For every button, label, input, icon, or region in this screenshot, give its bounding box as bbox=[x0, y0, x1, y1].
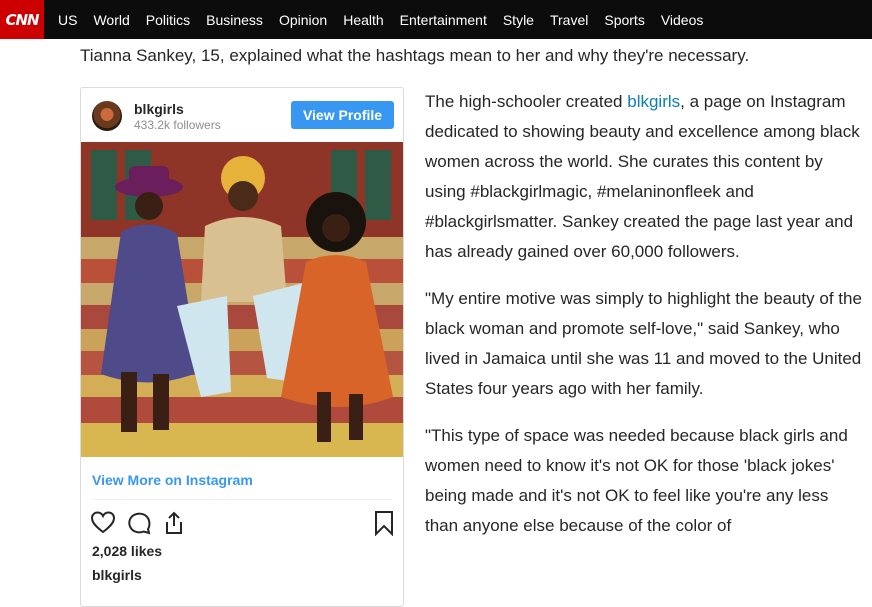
lead-sentence: Tianna Sankey, 15, explained what the ha… bbox=[80, 46, 750, 65]
instagram-embed: blkgirls 433.2k followers View Profile V… bbox=[80, 87, 404, 607]
paragraph-1-start: The high-schooler created bbox=[425, 92, 628, 111]
top-nav: CNN US World Politics Business Opinion H… bbox=[0, 0, 872, 39]
nav-item-business[interactable]: Business bbox=[198, 12, 271, 28]
nav-item-sports[interactable]: Sports bbox=[596, 12, 652, 28]
post-owner[interactable]: blkgirls bbox=[92, 567, 142, 583]
avatar[interactable] bbox=[92, 101, 122, 131]
nav-item-entertainment[interactable]: Entertainment bbox=[392, 12, 495, 28]
nav-items: US World Politics Business Opinion Healt… bbox=[50, 12, 711, 28]
view-more-link[interactable]: View More on Instagram bbox=[92, 472, 253, 488]
share-icon[interactable] bbox=[161, 510, 187, 536]
paragraph-3: "This type of space was needed because b… bbox=[425, 426, 848, 535]
article-body: The high-schooler created blkgirls, a pa… bbox=[425, 87, 865, 558]
view-profile-button[interactable]: View Profile bbox=[291, 101, 394, 129]
heart-icon[interactable] bbox=[90, 510, 116, 536]
post-photo[interactable] bbox=[81, 142, 403, 457]
nav-item-health[interactable]: Health bbox=[335, 12, 391, 28]
nav-item-politics[interactable]: Politics bbox=[138, 12, 198, 28]
bookmark-icon[interactable] bbox=[371, 510, 397, 536]
photo-illustration bbox=[81, 142, 403, 457]
paragraph-2: "My entire motive was simply to highligh… bbox=[425, 289, 862, 398]
nav-item-opinion[interactable]: Opinion bbox=[271, 12, 335, 28]
cnn-logo[interactable]: CNN bbox=[0, 0, 44, 39]
nav-item-videos[interactable]: Videos bbox=[653, 12, 712, 28]
account-name[interactable]: blkgirls bbox=[134, 101, 184, 117]
comment-icon[interactable] bbox=[126, 510, 152, 536]
nav-item-world[interactable]: World bbox=[85, 12, 137, 28]
paragraph-1-end: , a page on Instagram dedicated to showi… bbox=[425, 92, 860, 261]
nav-item-travel[interactable]: Travel bbox=[542, 12, 596, 28]
paragraph-1: The high-schooler created blkgirls, a pa… bbox=[425, 87, 865, 267]
divider bbox=[92, 499, 392, 500]
nav-item-us[interactable]: US bbox=[50, 12, 85, 28]
likes-count: 2,028 likes bbox=[92, 543, 163, 559]
nav-item-style[interactable]: Style bbox=[495, 12, 542, 28]
follower-count: 433.2k followers bbox=[134, 118, 221, 132]
blkgirls-link[interactable]: blkgirls bbox=[627, 92, 680, 111]
embed-header: blkgirls 433.2k followers View Profile bbox=[81, 88, 403, 142]
